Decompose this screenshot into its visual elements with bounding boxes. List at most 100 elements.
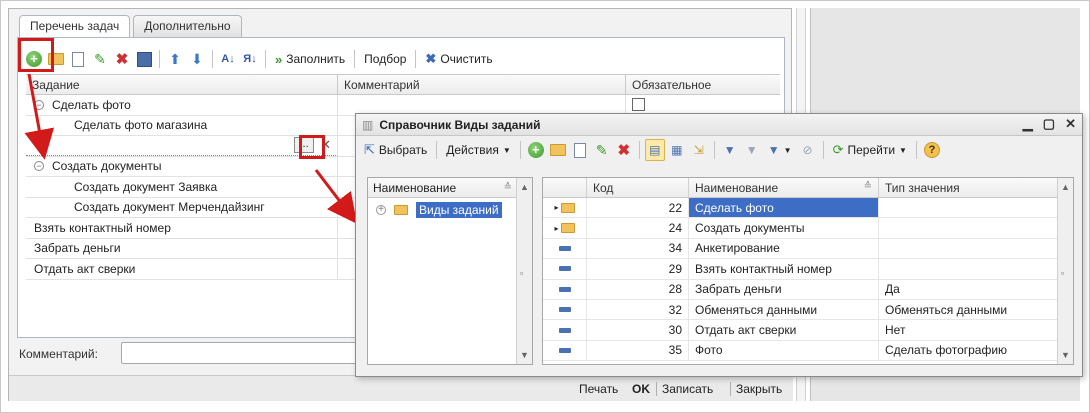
column-header-code[interactable]: Код <box>587 178 689 197</box>
table-row[interactable]: ▸ 24 Создать документы <box>543 218 1073 239</box>
table-row[interactable]: 28 Забрать деньги Да <box>543 279 1073 300</box>
minimize-icon[interactable]: ▁ <box>1023 116 1033 132</box>
pencil-icon: ✎ <box>595 141 608 158</box>
catalog-table-body: ▸ 22 Сделать фото ▸ 24 Создать документы 34 Анк… <box>543 198 1073 362</box>
chevron-down-icon: ▼ <box>502 145 511 155</box>
hierarchy-icon: ▤ <box>649 143 661 157</box>
scroll-up-icon[interactable]: ▲ <box>1061 182 1070 192</box>
column-header-name[interactable]: Наименование ≙ <box>689 178 879 197</box>
chevron-down-icon: ▼ <box>783 145 792 155</box>
table-row[interactable]: 34 Анкетирование <box>543 238 1073 260</box>
actions-menu[interactable]: Действия ▼ <box>442 139 515 161</box>
value-type-cell <box>879 198 1057 217</box>
chevron-down-icon: ▼ <box>899 145 907 155</box>
close-icon[interactable]: ✕ <box>1065 116 1076 132</box>
element-icon <box>558 307 571 313</box>
sort-indicator-icon: ≙ <box>503 182 512 193</box>
scroll-down-icon[interactable]: ▼ <box>1061 350 1070 360</box>
name-cell: Анкетирование <box>689 238 879 259</box>
help-icon: ? <box>923 142 940 158</box>
catalog-dialog: ▥ Справочник Виды заданий ▁ ▢ ✕ ⇱ Выбрат… <box>355 113 1083 377</box>
maximize-icon[interactable]: ▢ <box>1043 116 1055 132</box>
toolbar-separator <box>519 141 521 159</box>
choose-button[interactable]: ⇱ Выбрать <box>360 139 431 161</box>
dialog-copy-button[interactable] <box>570 139 590 161</box>
arrow-to-row <box>24 73 55 160</box>
element-icon <box>558 245 571 251</box>
code-cell: 28 <box>587 279 689 299</box>
filter-icon: ▼ <box>723 143 736 157</box>
dialog-title: Справочник Виды заданий <box>379 117 541 132</box>
expand-marker-icon[interactable]: ▸ <box>554 203 558 212</box>
value-type-cell: Сделать фотографию <box>885 343 1008 358</box>
value-type-cell <box>879 218 1057 237</box>
catalog-table-header: Код Наименование ≙ Тип значения <box>543 178 1073 198</box>
code-cell: 32 <box>587 299 689 320</box>
folder-icon <box>560 223 575 234</box>
name-cell: Фото <box>689 340 879 361</box>
value-type-cell: Да <box>885 282 900 297</box>
code-cell: 34 <box>587 238 689 259</box>
scroll-down-icon[interactable]: ▼ <box>520 350 529 360</box>
dialog-mark-delete-button[interactable]: ✖ <box>614 139 634 161</box>
table-row[interactable]: 30 Отдать акт сверки Нет <box>543 320 1073 341</box>
code-cell: 35 <box>587 340 689 361</box>
toolbar-separator <box>638 141 640 159</box>
filter-off-icon: ⊘ <box>802 143 813 157</box>
scroll-up-icon[interactable]: ▲ <box>520 182 529 192</box>
groups-tree: Наименование ≙ + Виды заданий ▲ ▫ ▼ <box>367 177 533 365</box>
column-header-value-type[interactable]: Тип значения <box>879 178 1057 197</box>
table-row[interactable]: ▸ 22 Сделать фото <box>543 198 1073 219</box>
hierarchy-view-button[interactable]: ▤ <box>644 139 665 161</box>
tree-root-row[interactable]: + Виды заданий <box>368 200 532 220</box>
name-cell: Забрать деньги <box>689 279 879 299</box>
filter-button[interactable]: ▼ <box>720 139 740 161</box>
dialog-edit-button[interactable]: ✎ <box>592 139 612 161</box>
move-icon: ⇲ <box>693 143 704 157</box>
expand-icon[interactable]: + <box>376 205 386 215</box>
add-icon: + <box>527 142 544 158</box>
value-type-cell <box>879 259 1057 278</box>
tree-scrollbar[interactable]: ▲ ▫ ▼ <box>516 178 532 364</box>
toolbar-separator <box>713 141 715 159</box>
table-row[interactable]: 32 Обменяться данными Обменяться данными <box>543 299 1073 321</box>
name-cell: Создать документы <box>689 218 879 238</box>
window-buttons: ▁ ▢ ✕ <box>1023 116 1076 132</box>
tree-root-label: Виды заданий <box>416 202 502 218</box>
value-type-cell <box>879 239 1057 258</box>
element-icon <box>558 266 571 272</box>
name-cell: Сделать фото <box>689 198 879 218</box>
filter-off-button[interactable]: ⊘ <box>798 139 818 161</box>
element-icon <box>558 286 571 292</box>
arrow-to-dialog <box>314 169 358 224</box>
catalog-scrollbar[interactable]: ▲ ▫ ▼ <box>1057 178 1073 364</box>
filter-history-button[interactable]: ▼ ▼ <box>764 139 796 161</box>
choose-label: Выбрать <box>378 143 428 157</box>
delete-icon: ✖ <box>617 142 631 159</box>
dialog-add-button[interactable]: + <box>526 139 546 161</box>
dialog-add-group-button[interactable] <box>548 139 568 161</box>
name-cell: Взять контактный номер <box>689 259 879 279</box>
name-cell: Отдать акт сверки <box>689 320 879 340</box>
row-icon-cell <box>543 320 587 340</box>
filter-quick-button[interactable]: ▼ <box>742 139 762 161</box>
expand-marker-icon[interactable]: ▸ <box>554 224 558 233</box>
code-cell: 24 <box>587 218 689 238</box>
help-button[interactable]: ? <box>922 139 942 161</box>
toolbar-separator <box>436 141 438 159</box>
row-icon-cell <box>543 279 587 299</box>
scroll-thumb-icon[interactable]: ▫ <box>520 268 523 278</box>
tree-header[interactable]: Наименование ≙ <box>368 178 516 198</box>
table-row[interactable]: 29 Взять контактный номер <box>543 259 1073 280</box>
list-view-button[interactable]: ▦ <box>667 139 687 161</box>
dialog-titlebar[interactable]: ▥ Справочник Виды заданий ▁ ▢ ✕ <box>356 114 1082 136</box>
code-cell: 30 <box>587 320 689 340</box>
table-row[interactable]: 35 Фото Сделать фотографию <box>543 340 1073 362</box>
goto-menu[interactable]: ⟳ Перейти ▼ <box>829 139 911 161</box>
move-to-group-button[interactable]: ⇲ <box>689 139 709 161</box>
folder-add-icon <box>549 144 566 156</box>
code-cell: 29 <box>587 259 689 279</box>
filter-history-icon: ▼ <box>767 143 780 157</box>
copy-icon <box>573 142 586 158</box>
scroll-thumb-icon[interactable]: ▫ <box>1061 268 1064 278</box>
